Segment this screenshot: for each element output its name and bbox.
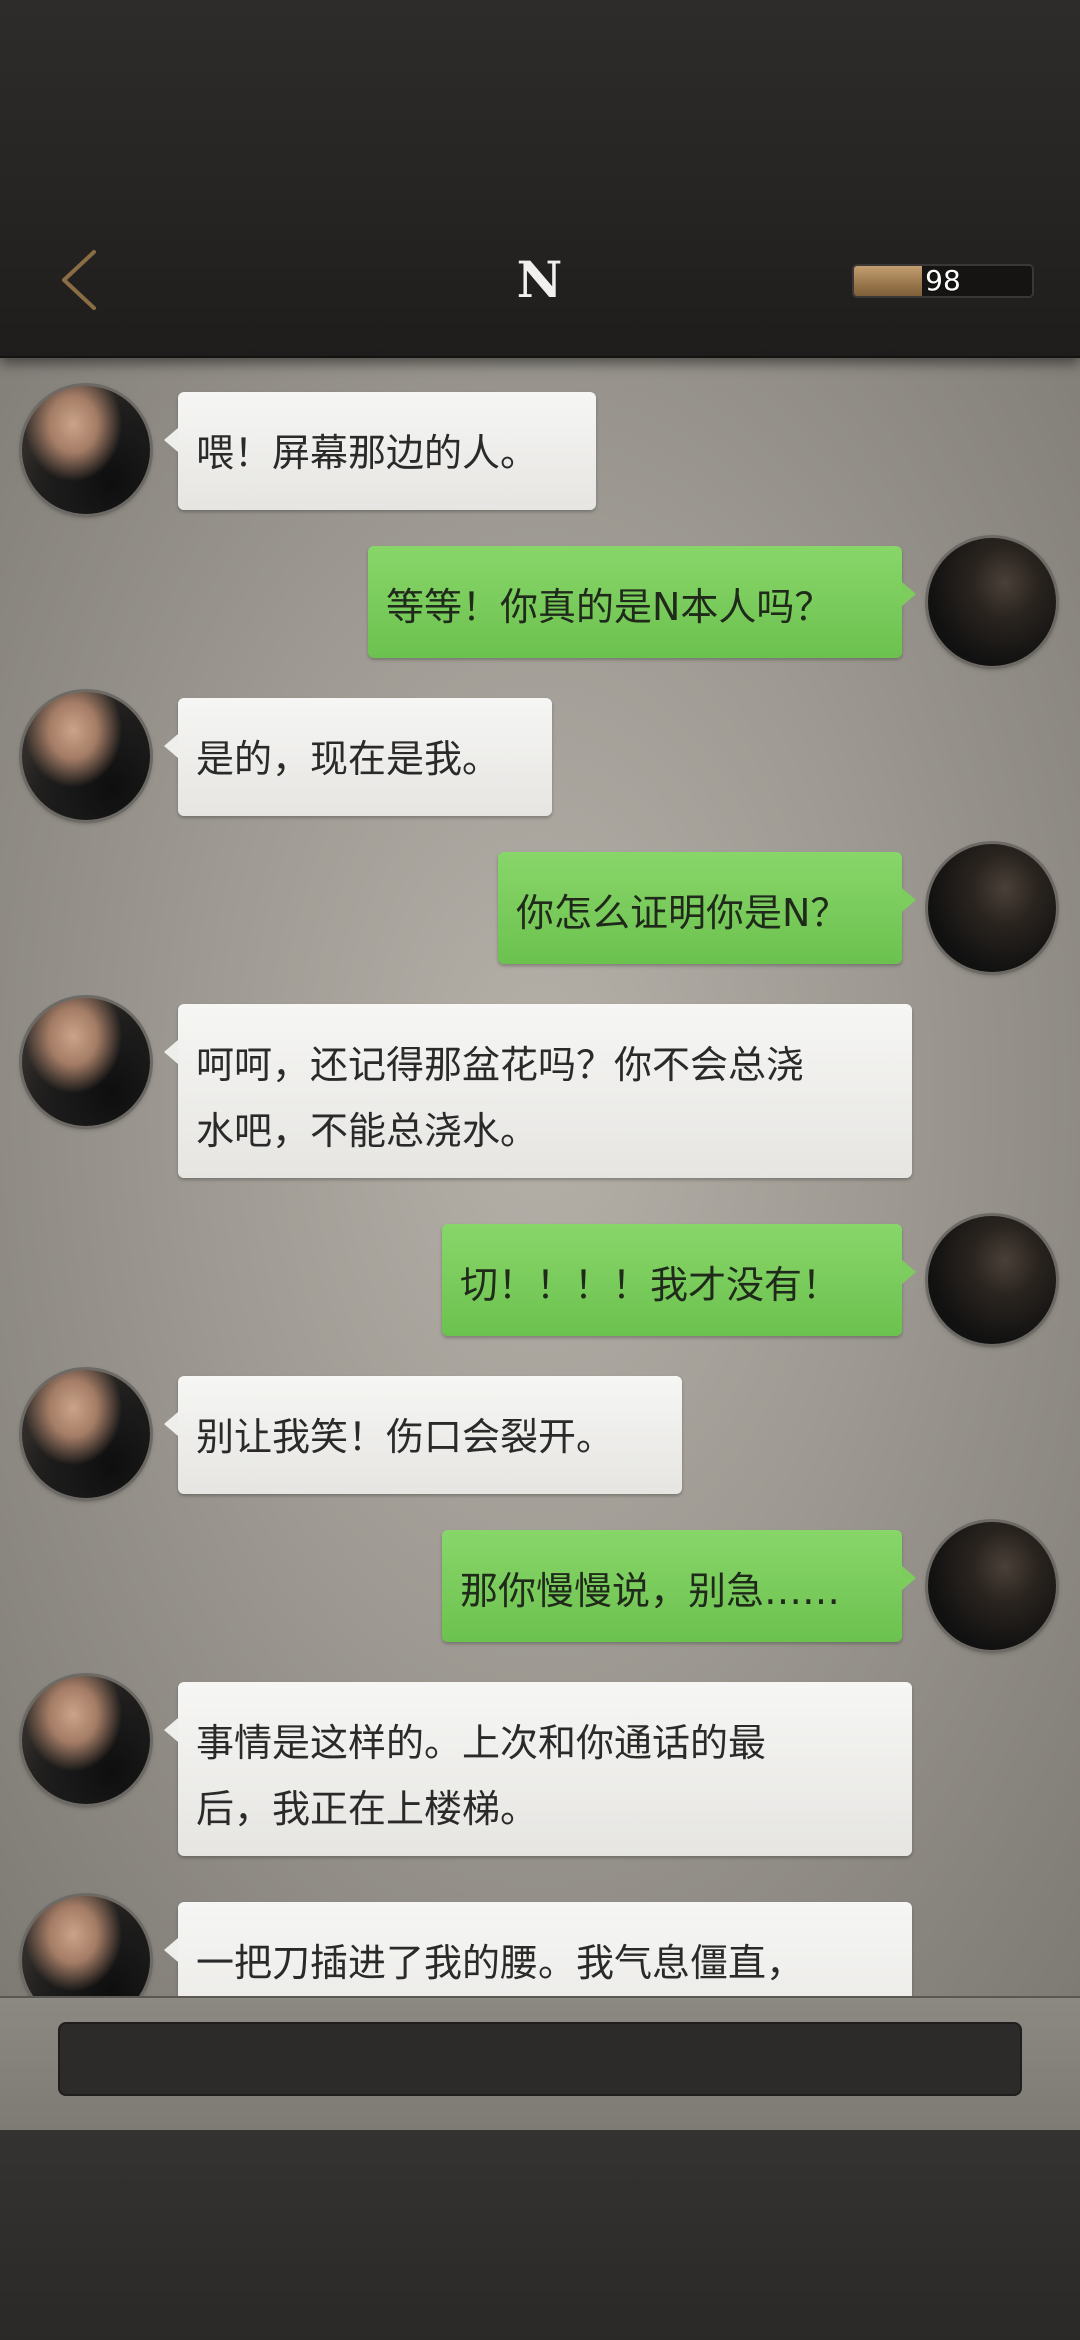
avatar[interactable] bbox=[22, 1370, 150, 1498]
message-input[interactable] bbox=[58, 2022, 1022, 2096]
message-text: 喂！屏幕那边的人。 bbox=[196, 431, 539, 475]
progress-meter: 98 bbox=[852, 264, 1034, 298]
message-bubble: 切！！！！我才没有！ bbox=[442, 1224, 916, 1336]
avatar[interactable] bbox=[928, 538, 1056, 666]
message-bubble: 别让我笑！伤口会裂开。 bbox=[164, 1376, 682, 1494]
avatar[interactable] bbox=[22, 1896, 150, 1996]
message-text: 你怎么证明你是N？ bbox=[516, 891, 849, 935]
message-text: 是的，现在是我。 bbox=[196, 737, 501, 781]
message-bubble: 是的，现在是我。 bbox=[164, 698, 552, 816]
message-bubble: 喂！屏幕那边的人。 bbox=[164, 392, 596, 510]
avatar[interactable] bbox=[22, 386, 150, 514]
chat-area[interactable]: 喂！屏幕那边的人。 等等！你真的是N本人吗？ 是的，现在是我。 你怎么证明你是N… bbox=[0, 356, 1080, 1996]
avatar[interactable] bbox=[22, 692, 150, 820]
message-text: 切！！！！我才没有！ bbox=[460, 1263, 841, 1307]
message-text: 别让我笑！伤口会裂开。 bbox=[196, 1415, 615, 1459]
message-bubble: 你怎么证明你是N？ bbox=[498, 852, 916, 964]
progress-meter-value: 98 bbox=[925, 264, 961, 297]
avatar[interactable] bbox=[22, 998, 150, 1126]
message-text: 后，我正在上楼梯。 bbox=[196, 1787, 539, 1831]
message-bubble: 等等！你真的是N本人吗？ bbox=[368, 546, 916, 658]
input-bar bbox=[0, 1996, 1080, 2130]
bottom-panel bbox=[0, 2128, 1080, 2340]
message-bubble: 事情是这样的。上次和你通话的最 后，我正在上楼梯。 bbox=[164, 1682, 912, 1856]
top-bar: N 98 bbox=[0, 0, 1080, 358]
message-text: 等等！你真的是N本人吗？ bbox=[386, 585, 833, 629]
message-text: 呵呵，还记得那盆花吗？你不会总浇 bbox=[196, 1043, 805, 1087]
message-text: 那你慢慢说，别急…… bbox=[460, 1569, 841, 1613]
avatar[interactable] bbox=[928, 844, 1056, 972]
message-text: 事情是这样的。上次和你通话的最 bbox=[196, 1721, 767, 1765]
message-bubble: 呵呵，还记得那盆花吗？你不会总浇 水吧，不能总浇水。 bbox=[164, 1004, 912, 1178]
message-text: 水吧，不能总浇水。 bbox=[196, 1109, 539, 1153]
avatar[interactable] bbox=[928, 1522, 1056, 1650]
message-bubble: 那你慢慢说，别急…… bbox=[442, 1530, 916, 1642]
avatar[interactable] bbox=[22, 1676, 150, 1804]
message-bubble: 一把刀插进了我的腰。我气息僵直， bbox=[164, 1902, 912, 1996]
avatar[interactable] bbox=[928, 1216, 1056, 1344]
message-text: 一把刀插进了我的腰。我气息僵直， bbox=[196, 1941, 805, 1985]
